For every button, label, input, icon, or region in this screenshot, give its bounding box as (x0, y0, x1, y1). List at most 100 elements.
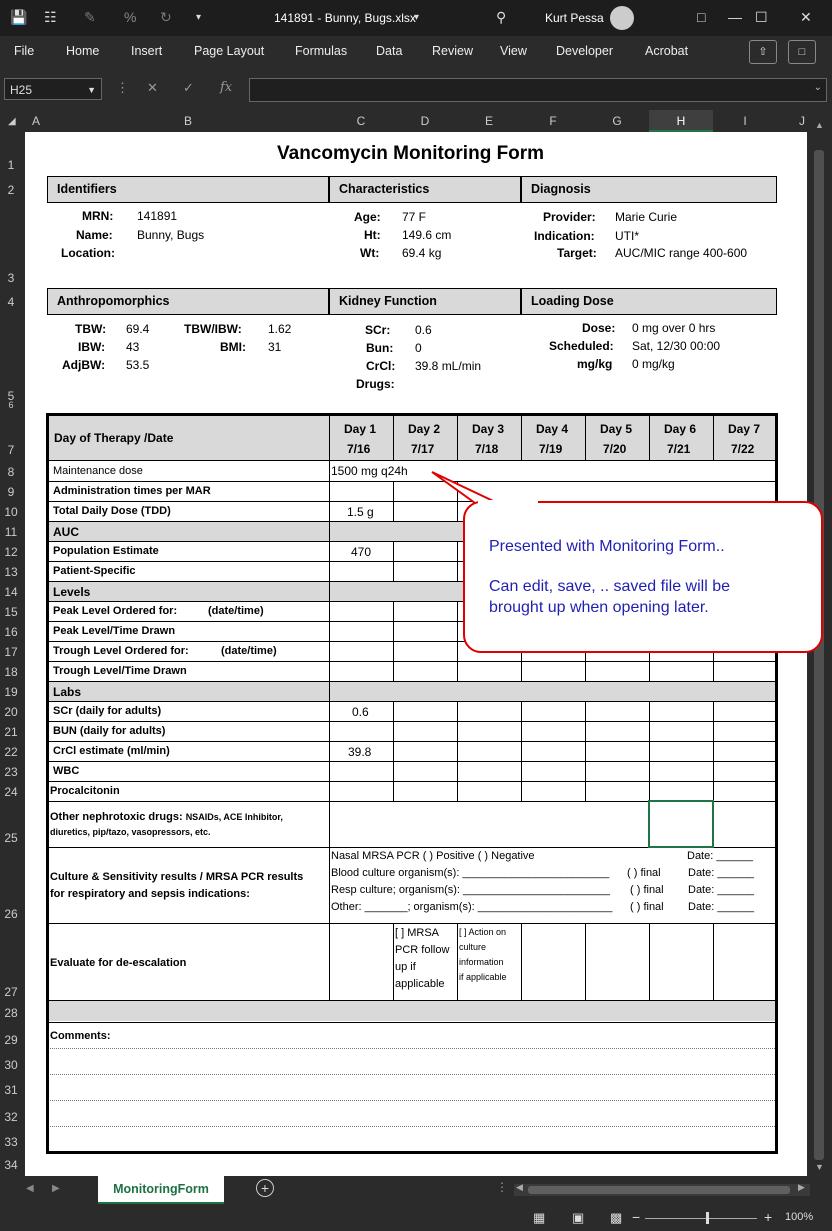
row-header[interactable]: 24 (0, 785, 22, 799)
col-header-e[interactable]: E (457, 114, 521, 128)
row-header[interactable]: 16 (0, 625, 22, 639)
name-box-dropdown-icon[interactable]: ▼ (87, 79, 96, 101)
population-estimate-value[interactable]: 470 (351, 545, 371, 559)
menu-file[interactable]: File (14, 44, 34, 58)
insert-function-icon[interactable]: fx (220, 80, 232, 95)
hscroll-thumb[interactable] (528, 1186, 790, 1194)
menu-formulas[interactable]: Formulas (295, 44, 347, 58)
row-header[interactable]: 27 (0, 985, 22, 999)
other-final-text[interactable]: ( ) final (630, 901, 664, 913)
page-layout-view-icon[interactable]: ▣ (572, 1210, 584, 1226)
row-header[interactable]: 25 (0, 831, 22, 845)
scroll-down-icon[interactable]: ▼ (815, 1162, 824, 1172)
col-header-f[interactable]: F (521, 114, 585, 128)
other-date-text[interactable]: Date: ______ (688, 901, 754, 913)
col-header-c[interactable]: C (329, 114, 393, 128)
row-header[interactable]: 34 (0, 1158, 22, 1172)
row-header[interactable]: 8 (0, 465, 22, 479)
row-header[interactable]: 1 (0, 158, 22, 172)
row-header[interactable]: 12 (0, 545, 22, 559)
customize-qat-icon[interactable]: ▾ (196, 12, 201, 23)
row-header[interactable]: 23 (0, 765, 22, 779)
row-header[interactable]: 2 (0, 183, 22, 197)
row-header[interactable]: 26 (0, 907, 22, 921)
row-header[interactable]: 22 (0, 745, 22, 759)
blood-date-text[interactable]: Date: ______ (688, 867, 754, 879)
hscroll-left-icon[interactable]: ◀ (516, 1182, 523, 1193)
row-header[interactable]: 31 (0, 1083, 22, 1097)
col-header-g[interactable]: G (585, 114, 649, 128)
row-header[interactable]: 9 (0, 485, 22, 499)
normal-view-icon[interactable]: ▦ (533, 1210, 545, 1226)
row-header[interactable]: 21 (0, 725, 22, 739)
search-icon[interactable]: ⚲ (496, 9, 506, 26)
nasal-mrsa-text[interactable]: Nasal MRSA PCR ( ) Positive ( ) Negative (331, 850, 535, 862)
row-header[interactable]: 13 (0, 565, 22, 579)
add-sheet-icon[interactable]: + (256, 1179, 274, 1197)
action-culture-line1[interactable]: [ ] Action on (459, 927, 506, 937)
scroll-thumb[interactable] (814, 150, 824, 1160)
menu-home[interactable]: Home (66, 44, 99, 58)
menu-insert[interactable]: Insert (131, 44, 162, 58)
row-header[interactable]: 28 (0, 1006, 22, 1020)
row-header[interactable]: 11 (0, 525, 22, 539)
tab-scroll-left-icon[interactable]: ◀ (26, 1183, 34, 1194)
comments-icon[interactable]: □ (788, 40, 816, 64)
select-all-icon[interactable]: ◢ (8, 116, 16, 127)
minimize-icon[interactable]: — (728, 9, 742, 25)
zoom-slider-thumb[interactable] (706, 1212, 709, 1224)
menu-developer[interactable]: Developer (556, 44, 613, 58)
row-header[interactable]: 30 (0, 1058, 22, 1072)
avatar[interactable] (610, 6, 634, 30)
nasal-date-text[interactable]: Date: ______ (687, 850, 753, 862)
row-header[interactable]: 3 (0, 271, 22, 285)
scroll-up-icon[interactable]: ▲ (815, 120, 824, 130)
row-header[interactable]: 14 (0, 585, 22, 599)
percent-icon[interactable]: % (124, 9, 136, 25)
scr-daily-value[interactable]: 0.6 (352, 705, 369, 719)
row-header[interactable]: 29 (0, 1033, 22, 1047)
maximize-icon[interactable]: ☐ (755, 9, 768, 26)
row-header[interactable]: 18 (0, 665, 22, 679)
maintenance-dose-value[interactable]: 1500 mg q24h (331, 464, 408, 478)
zoom-level[interactable]: 100% (785, 1211, 813, 1223)
selected-cell-h25[interactable] (648, 800, 714, 848)
mrsa-followup-line1[interactable]: [ ] MRSA (395, 927, 439, 939)
row-header[interactable]: 17 (0, 645, 22, 659)
row-header[interactable]: 32 (0, 1110, 22, 1124)
crcl-estimate-value[interactable]: 39.8 (348, 745, 371, 759)
col-header-d[interactable]: D (393, 114, 457, 128)
col-header-i[interactable]: I (713, 114, 777, 128)
tdd-value[interactable]: 1.5 g (347, 505, 374, 519)
row-header[interactable]: 4 (0, 295, 22, 309)
zoom-in-icon[interactable]: + (764, 1209, 772, 1225)
row-header[interactable]: 10 (0, 505, 22, 519)
blood-final-text[interactable]: ( ) final (627, 867, 661, 879)
row-header[interactable]: 15 (0, 605, 22, 619)
enter-icon[interactable]: ✓ (183, 80, 194, 96)
cancel-icon[interactable]: ✕ (147, 80, 158, 96)
zoom-slider-track[interactable] (645, 1218, 757, 1219)
row-header[interactable]: 19 (0, 685, 22, 699)
hscroll-right-icon[interactable]: ▶ (798, 1182, 805, 1193)
tab-split-icon[interactable]: ⋮ (496, 1180, 508, 1194)
menu-view[interactable]: View (500, 44, 527, 58)
resp-culture-text[interactable]: Resp culture; organism(s): _____________… (331, 884, 610, 896)
col-header-a[interactable]: A (25, 114, 47, 128)
menu-review[interactable]: Review (432, 44, 473, 58)
format-icon[interactable]: ✎ (84, 9, 96, 26)
form-icon[interactable]: ☷ (44, 9, 57, 26)
menu-acrobat[interactable]: Acrobat (645, 44, 688, 58)
name-box[interactable]: H25 ▼ (4, 78, 102, 100)
resp-final-text[interactable]: ( ) final (630, 884, 664, 896)
title-dropdown-icon[interactable]: ▾ (414, 12, 419, 23)
redo-icon[interactable]: ↻ (160, 9, 172, 26)
sheet-tab-monitoringform[interactable]: MonitoringForm (98, 1176, 224, 1204)
row-header[interactable]: 33 (0, 1135, 22, 1149)
col-header-h[interactable]: H (649, 110, 713, 132)
other-culture-text[interactable]: Other: _______; organism(s): ___________… (331, 901, 612, 913)
close-icon[interactable]: ✕ (800, 9, 812, 26)
row-header[interactable]: 7 (0, 443, 22, 457)
horizontal-scrollbar[interactable]: ◀ ▶ (514, 1182, 810, 1196)
blood-culture-text[interactable]: Blood culture organism(s): _____________… (331, 867, 609, 879)
